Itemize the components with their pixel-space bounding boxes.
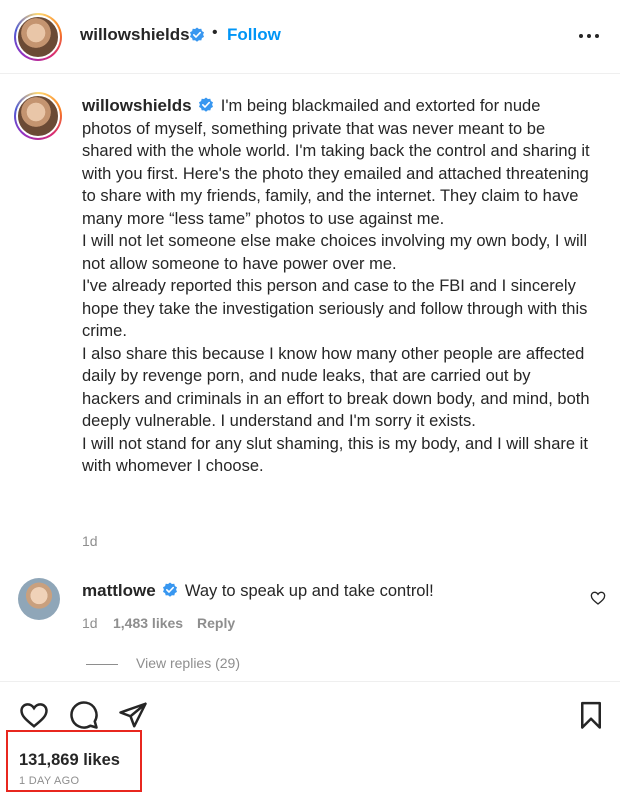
author-avatar[interactable] xyxy=(14,13,62,61)
verified-badge-icon xyxy=(190,27,204,42)
post-timestamp[interactable]: 1d xyxy=(82,533,98,549)
view-replies-button[interactable]: View replies (29) xyxy=(86,655,240,671)
comment-body: mattlowe Way to speak up and take contro… xyxy=(82,580,434,602)
like-heart-icon[interactable] xyxy=(19,700,49,730)
post-header: willowshields • Follow xyxy=(0,0,620,74)
caption-text: I'm being blackmailed and extorted for n… xyxy=(82,97,590,228)
caption-author-avatar[interactable] xyxy=(14,92,62,140)
comment-likes-count[interactable]: 1,483 likes xyxy=(113,615,183,631)
follow-button[interactable]: Follow xyxy=(227,25,281,45)
caption-paragraph-4: I also share this because I know how man… xyxy=(82,344,590,431)
action-bar-divider xyxy=(0,681,620,682)
comment-timestamp[interactable]: 1d xyxy=(82,615,98,631)
comment-text: Way to speak up and take control! xyxy=(184,582,434,600)
share-paper-plane-icon[interactable] xyxy=(118,700,148,730)
caption-paragraph-5: I will not stand for any slut shaming, t… xyxy=(82,434,588,476)
commenter-avatar[interactable] xyxy=(18,578,60,620)
replies-line xyxy=(86,663,118,665)
verified-badge-icon xyxy=(163,582,178,597)
more-horizontal-icon[interactable] xyxy=(576,27,602,45)
save-bookmark-icon[interactable] xyxy=(576,700,606,730)
caption-username[interactable]: willowshields xyxy=(82,96,192,115)
comment-reply-button[interactable]: Reply xyxy=(197,615,235,631)
caption-paragraph-2: I will not let someone else make choices… xyxy=(82,232,587,273)
verified-badge-icon xyxy=(199,97,214,112)
post-caption: willowshields I'm being blackmailed and … xyxy=(82,95,592,478)
post-likes-count[interactable]: 131,869 likes xyxy=(19,751,120,770)
author-username[interactable]: willowshields xyxy=(80,25,190,45)
view-replies-label: View replies (29) xyxy=(136,655,241,671)
commenter-username[interactable]: mattlowe xyxy=(82,581,156,600)
post-age: 1 DAY AGO xyxy=(19,775,80,787)
separator-dot: • xyxy=(212,24,218,41)
comment-bubble-icon[interactable] xyxy=(69,700,99,730)
caption-paragraph-3: I've already reported this person and ca… xyxy=(82,277,588,340)
caption-paragraph-1: willowshields I'm being blackmailed and … xyxy=(82,95,592,230)
comment-like-heart-icon[interactable] xyxy=(590,590,606,606)
